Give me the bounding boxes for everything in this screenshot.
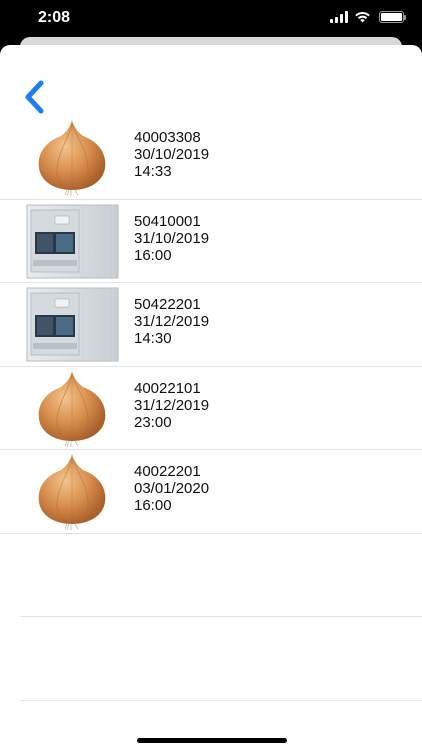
onion-image [25,369,120,447]
empty-row-divider [0,534,422,618]
list-item[interactable]: 50410001 31/10/2019 16:00 [0,200,422,284]
reefer-container-image [25,285,120,363]
status-icons [330,11,406,23]
item-date: 31/10/2019 [134,229,210,247]
battery-icon [379,11,406,23]
item-code: 50410001 [134,212,201,230]
list-item[interactable]: 40022101 31/12/2019 23:00 [0,367,422,451]
item-time: 16:00 [134,246,172,264]
list-item[interactable]: 40022201 03/01/2020 16:00 [0,450,422,534]
item-date: 30/10/2019 [134,146,210,163]
status-time: 2:08 [38,9,71,26]
back-button[interactable] [12,75,56,119]
item-code: 40022201 [134,463,201,480]
list-item[interactable]: 50422201 31/12/2019 14:30 [0,283,422,367]
item-code: 50422201 [134,296,201,313]
item-date: 31/12/2019 [134,313,210,330]
reefer-container-image [25,202,120,280]
onion-image [25,118,120,196]
item-code: 40022101 [134,379,201,397]
item-time: 23:00 [134,413,172,431]
list-item[interactable]: 40003308 30/10/2019 14:33 [0,116,422,200]
cellular-signal-icon [330,11,348,23]
item-code: 40003308 [134,129,201,146]
home-indicator[interactable] [137,738,287,743]
item-time: 14:30 [134,330,172,347]
empty-row-divider [0,617,422,701]
shipment-list: 40003308 30/10/2019 14:33 50410001 31/10… [0,116,422,701]
wifi-icon [354,11,371,23]
status-bar: 2:08 [0,0,422,40]
onion-image [25,452,120,530]
item-date: 03/01/2020 [134,480,210,497]
item-date: 31/12/2019 [134,396,210,414]
item-time: 14:33 [134,163,172,180]
chevron-left-icon [25,80,44,114]
item-time: 16:00 [134,497,172,514]
modal-sheet: 40003308 30/10/2019 14:33 50410001 31/10… [0,45,422,750]
